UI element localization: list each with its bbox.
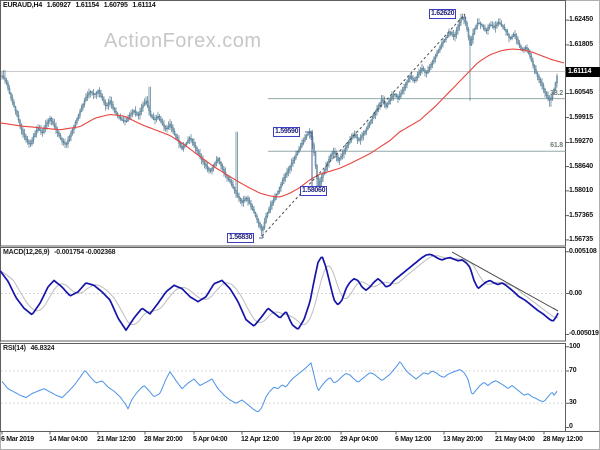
rsi-pane[interactable] (0, 343, 566, 431)
price-axis[interactable] (566, 0, 600, 431)
chart-window: ActionForex.com EURAUD,H4 1.60927 1.6115… (0, 0, 600, 450)
macd-pane[interactable] (0, 247, 566, 341)
main-chart-pane[interactable] (0, 0, 566, 246)
time-axis[interactable] (0, 432, 600, 450)
